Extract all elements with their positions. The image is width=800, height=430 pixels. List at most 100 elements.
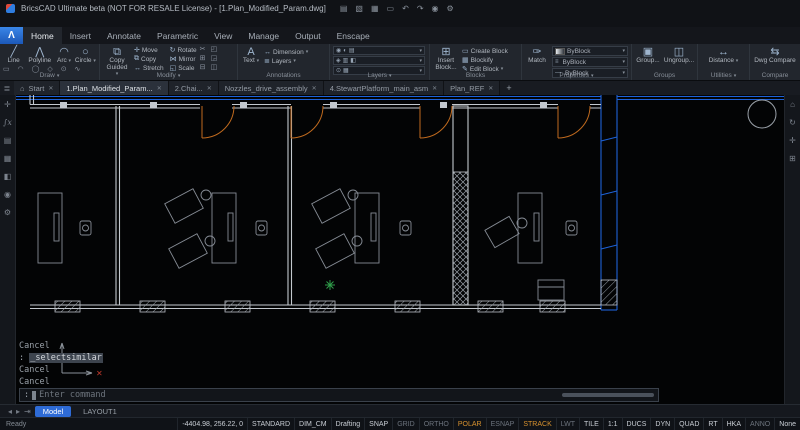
view-icon[interactable]: ◉: [432, 3, 439, 14]
copy-button[interactable]: ⧉Copy: [134, 55, 164, 63]
close-icon[interactable]: ✕: [312, 85, 317, 92]
material-tool-icon[interactable]: ◧: [4, 172, 12, 181]
drawing-canvas[interactable]: ✕ Cancel : _selectsimilar Cancel Cancel …: [16, 95, 784, 404]
command-scrollbar[interactable]: [562, 393, 654, 397]
tab-view[interactable]: View: [206, 27, 240, 44]
save-icon[interactable]: ▦: [371, 3, 379, 14]
match-properties-button[interactable]: ✑ Match: [525, 46, 549, 65]
doc-tab-start[interactable]: ⌂ Start ✕: [14, 81, 60, 95]
prev-layout-icon[interactable]: ◂: [8, 407, 12, 416]
sheet-tool-icon[interactable]: ▤: [4, 136, 12, 145]
close-icon[interactable]: ✕: [432, 85, 437, 92]
panel-label-compare[interactable]: Compare: [750, 71, 800, 80]
open-file-icon[interactable]: ▧: [355, 3, 363, 14]
doc-tabs-menu-icon[interactable]: ≣: [0, 81, 14, 95]
circle-button[interactable]: ○ Circle ▾: [75, 46, 96, 65]
orbit-view-icon[interactable]: ↻: [789, 118, 796, 127]
layer-state-combo[interactable]: ◉◐▤▾: [333, 46, 425, 55]
layer-tool-icon[interactable]: ▦: [4, 154, 12, 163]
settings-icon[interactable]: ⚙: [447, 3, 454, 14]
panel-label-layers[interactable]: Layers▾: [330, 71, 429, 80]
panel-label-groups[interactable]: Groups: [632, 71, 697, 80]
polyline-button[interactable]: ⋀ Polyline: [26, 46, 53, 65]
status-dim-style[interactable]: DIM_CM: [294, 418, 331, 430]
doc-tab-stewartplatform-main-asm[interactable]: 4.StewartPlatform_main_asm ✕: [324, 81, 444, 95]
rotate-button[interactable]: ↻Rotate: [170, 46, 197, 54]
tab-annotate[interactable]: Annotate: [99, 27, 149, 44]
tab-home[interactable]: Home: [23, 27, 62, 44]
panel-label-annotations[interactable]: Annotations: [238, 71, 329, 80]
dimension-button[interactable]: ↔Dimension▾: [264, 48, 308, 56]
status-toggle-rt[interactable]: RT: [703, 418, 721, 430]
move-button[interactable]: ✛Move: [134, 46, 164, 54]
status-coordinates[interactable]: -4404.98, 256.22, 0: [177, 418, 247, 430]
distance-button[interactable]: ↔ Distance ▾: [703, 46, 745, 65]
insert-block-button[interactable]: ⊞ Insert Block...: [433, 46, 459, 72]
tab-output[interactable]: Output: [287, 27, 329, 44]
status-toggle-ortho[interactable]: ORTHO: [419, 418, 453, 430]
mirror-button[interactable]: ⋈Mirror: [170, 55, 197, 63]
status-toggle-ducs[interactable]: DUCS: [622, 418, 651, 430]
status-selection-mode[interactable]: None: [774, 418, 800, 430]
status-annotation-scale[interactable]: 1:1: [603, 418, 622, 430]
status-toggle-anno[interactable]: ANNO: [745, 418, 774, 430]
status-toggle-snap[interactable]: SNAP: [364, 418, 392, 430]
line-button[interactable]: ╱ Line: [3, 46, 24, 65]
redo-icon[interactable]: ↷: [417, 3, 424, 14]
status-toggle-esnap[interactable]: ESNAP: [486, 418, 519, 430]
blockify-button[interactable]: ▦Blockify: [462, 56, 508, 64]
doc-tab-chair[interactable]: 2.Chai... ✕: [169, 81, 219, 95]
home-view-icon[interactable]: ⌂: [790, 100, 795, 109]
lineweight-combo[interactable]: ≡ByBlock▾: [552, 57, 628, 67]
tab-insert[interactable]: Insert: [62, 27, 99, 44]
tab-manage[interactable]: Manage: [240, 27, 287, 44]
panel-label-utilities[interactable]: Utilities▾: [698, 71, 749, 80]
doc-tab-nozzles-drive-assembly[interactable]: Nozzles_drive_assembly ✕: [219, 81, 324, 95]
modify-extra-tools[interactable]: ✂ ◰ ⊞ ◲ ⊟ ◫: [200, 46, 219, 72]
new-tab-button[interactable]: +: [500, 81, 517, 95]
status-toggle-hka[interactable]: HKA: [722, 418, 745, 430]
close-icon[interactable]: ✕: [488, 85, 493, 92]
settings-tool-icon[interactable]: ⚙: [4, 208, 11, 217]
layout1-tab[interactable]: LAYOUT1: [75, 406, 125, 417]
undo-icon[interactable]: ↶: [402, 3, 409, 14]
bricscad-logo[interactable]: Λ: [0, 27, 23, 44]
doc-tab-plan-ref[interactable]: Plan_REF ✕: [444, 81, 500, 95]
status-toggle-dyn[interactable]: DYN: [650, 418, 674, 430]
app-icon[interactable]: [6, 4, 15, 13]
pan-view-icon[interactable]: ✛: [789, 136, 796, 145]
close-icon[interactable]: ✕: [207, 85, 212, 92]
close-icon[interactable]: ✕: [48, 85, 53, 92]
tab-enscape[interactable]: Enscape: [329, 27, 378, 44]
plot-icon[interactable]: ▭: [387, 3, 395, 14]
dwg-compare-button[interactable]: ⇆ Dwg Compare: [753, 46, 797, 65]
command-input[interactable]: : Enter command: [19, 388, 659, 402]
grid-view-icon[interactable]: ⊞: [789, 154, 796, 163]
model-tab[interactable]: Model: [35, 406, 71, 417]
status-text-style[interactable]: STANDARD: [247, 418, 294, 430]
next-layout-icon[interactable]: ▸: [16, 407, 20, 416]
group-button[interactable]: ▣ Group...: [635, 46, 661, 65]
create-block-button[interactable]: ▭Create Block: [462, 47, 508, 55]
text-button[interactable]: A Text ▾: [241, 46, 261, 65]
close-icon[interactable]: ✕: [157, 85, 162, 92]
status-toggle-tile[interactable]: TILE: [579, 418, 603, 430]
expression-tool-icon[interactable]: ∫x: [3, 118, 12, 127]
status-toggle-strack[interactable]: STRACK: [518, 418, 555, 430]
ungroup-button[interactable]: ◫ Ungroup...: [664, 46, 694, 65]
arc-button[interactable]: ◠ Arc ▾: [55, 46, 72, 65]
status-toggle-polar[interactable]: POLAR: [453, 418, 486, 430]
status-workspace[interactable]: Drafting: [331, 418, 365, 430]
crosshair-tool-icon[interactable]: ✛: [4, 100, 11, 109]
panel-label-properties[interactable]: Properties▾: [522, 71, 631, 80]
tab-parametric[interactable]: Parametric: [149, 27, 206, 44]
status-toggle-grid[interactable]: GRID: [392, 418, 419, 430]
status-toggle-lwt[interactable]: LWT: [556, 418, 579, 430]
panel-label-blocks[interactable]: Blocks: [430, 71, 521, 80]
last-layout-icon[interactable]: ⇥: [24, 407, 31, 416]
new-file-icon[interactable]: ▤: [340, 3, 348, 14]
panel-label-draw[interactable]: Draw▾: [0, 71, 99, 80]
color-combo[interactable]: ByBlock▾: [552, 46, 628, 56]
status-toggle-quad[interactable]: QUAD: [674, 418, 703, 430]
layer-combo[interactable]: ◈▥◧▾: [333, 56, 425, 65]
